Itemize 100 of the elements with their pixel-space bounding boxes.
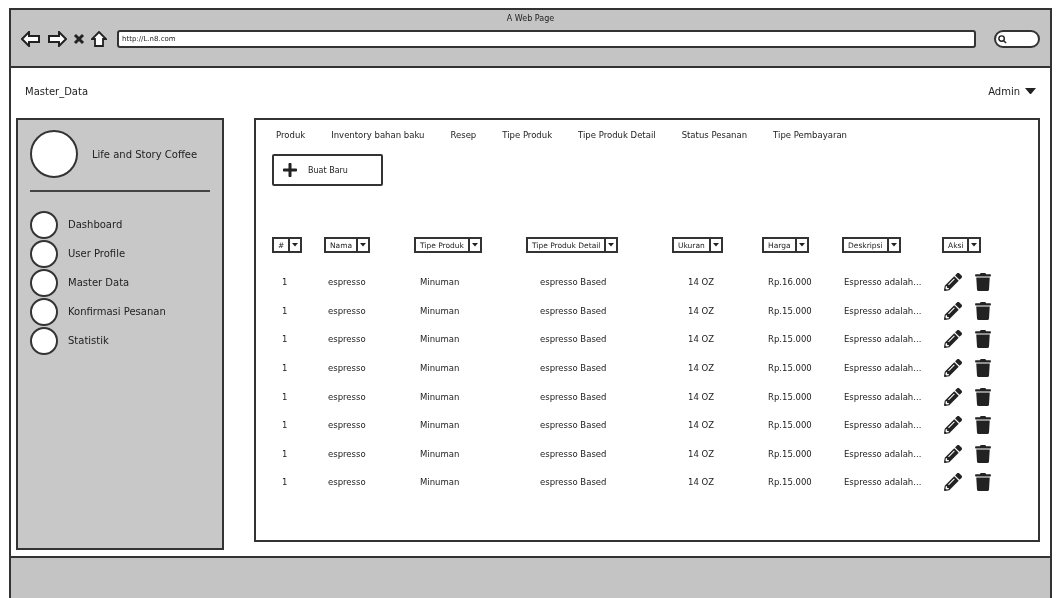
table-cell-text: espresso	[327, 419, 367, 433]
sidebar-item[interactable]: Statistik	[30, 326, 210, 355]
table-cell-text: espresso Based	[539, 476, 608, 490]
table-cell-text: espresso Based	[539, 333, 608, 347]
search-field[interactable]	[994, 30, 1040, 48]
forward-icon[interactable]	[47, 31, 67, 47]
caret-icon	[890, 243, 897, 247]
sidebar-item[interactable]: User Profile	[30, 239, 210, 268]
search-icon	[998, 34, 1007, 44]
trash-icon[interactable]	[974, 359, 992, 378]
tab[interactable]: Tipe Produk Detail	[578, 130, 656, 140]
table-cell-text: Espresso adalah...	[843, 447, 923, 461]
circle-icon	[30, 210, 58, 239]
table-cell-text: espresso	[327, 362, 367, 376]
trash-icon[interactable]	[974, 387, 992, 406]
table-cell-text: Rp.15.000	[767, 390, 813, 404]
caret-icon	[608, 243, 615, 247]
tab[interactable]: Inventory bahan baku	[331, 130, 425, 140]
table-cell-text: espresso Based	[539, 362, 608, 376]
table-cell-text: 1	[281, 333, 289, 347]
table-cell-text: espresso	[327, 333, 367, 347]
table-cell-text: espresso	[327, 304, 367, 318]
trash-icon[interactable]	[974, 301, 992, 320]
close-icon[interactable]	[73, 33, 85, 45]
caret-icon	[971, 243, 978, 247]
edit-icon[interactable]	[944, 330, 962, 349]
table-cell-text: 14 OZ	[687, 304, 716, 318]
trash-icon[interactable]	[974, 330, 992, 349]
table-cell-text: Espresso adalah...	[843, 276, 923, 290]
table-cell-text: Rp.16.000	[767, 276, 813, 290]
table-cell-text: 1	[281, 447, 289, 461]
edit-icon[interactable]	[944, 387, 962, 406]
page-title: Master_Data	[25, 85, 89, 97]
table-cell-text: Minuman	[419, 362, 461, 376]
table-cell-text: Espresso adalah...	[843, 333, 923, 347]
table-cell-text: espresso Based	[539, 447, 608, 461]
table-cell-text: Rp.15.000	[767, 304, 813, 318]
caret-icon	[798, 243, 805, 247]
table-cell-text: 14 OZ	[687, 447, 716, 461]
sidebar-item[interactable]: Konfirmasi Pesanan	[30, 297, 210, 326]
table-cell-text: espresso	[327, 476, 367, 490]
table-cell-text: Minuman	[419, 304, 461, 318]
table-cell-text: 14 OZ	[687, 333, 716, 347]
table-cell-text: Rp.15.000	[767, 333, 813, 347]
table-cell-text: 14 OZ	[687, 390, 716, 404]
create-button[interactable]: Buat Baru	[272, 154, 383, 186]
logo-circle	[30, 130, 78, 178]
sidebar-item[interactable]: Master Data	[30, 268, 210, 297]
caret-icon	[292, 243, 299, 247]
tab[interactable]: Resep	[450, 130, 477, 140]
circle-icon	[30, 268, 58, 297]
table-cell-text: espresso Based	[539, 304, 608, 318]
table-cell-text: 14 OZ	[687, 419, 716, 433]
table-cell-text: espresso Based	[539, 419, 608, 433]
brand-name: Life and Story Coffee	[92, 148, 198, 160]
table-cell-text: Espresso adalah...	[843, 304, 923, 318]
edit-icon[interactable]	[944, 359, 962, 378]
table-cell-text: Espresso adalah...	[843, 390, 923, 404]
back-icon[interactable]	[21, 31, 41, 47]
caret-icon	[471, 243, 478, 247]
table-cell-text: Minuman	[419, 419, 461, 433]
plus-icon	[282, 162, 298, 178]
tab[interactable]: Tipe Produk	[502, 130, 553, 140]
user-menu[interactable]: Admin	[988, 85, 1036, 97]
table-cell-text: Espresso adalah...	[843, 362, 923, 376]
tab[interactable]: Status Pesanan	[681, 130, 748, 140]
edit-icon[interactable]	[944, 444, 962, 463]
trash-icon[interactable]	[974, 444, 992, 463]
circle-icon	[30, 239, 58, 268]
table-cell-text: Minuman	[419, 476, 461, 490]
caret-icon	[360, 243, 367, 247]
sidebar-item[interactable]: Dashboard	[30, 210, 210, 239]
circle-icon	[30, 297, 58, 326]
table-cell-text: Minuman	[419, 333, 461, 347]
trash-icon[interactable]	[974, 473, 992, 492]
table-cell-text: Minuman	[419, 390, 461, 404]
tab[interactable]: Produk	[276, 130, 306, 140]
table-cell-text: 1	[281, 476, 289, 490]
table-cell-text: 1	[281, 419, 289, 433]
table-cell-text: 1	[281, 362, 289, 376]
table-cell-text: Espresso adalah...	[843, 419, 923, 433]
table-cell-text: 1	[281, 276, 289, 290]
table-cell-text: Espresso adalah...	[843, 476, 923, 490]
table-cell-text: 14 OZ	[687, 476, 716, 490]
trash-icon[interactable]	[974, 273, 992, 292]
circle-icon	[30, 326, 58, 355]
trash-icon[interactable]	[974, 416, 992, 435]
home-icon[interactable]	[91, 31, 107, 47]
table-cell-text: Minuman	[419, 276, 461, 290]
table-cell-text: espresso Based	[539, 276, 608, 290]
table-cell-text: Rp.15.000	[767, 362, 813, 376]
table-cell-text: 14 OZ	[687, 276, 716, 290]
tab[interactable]: Tipe Pembayaran	[773, 130, 847, 140]
table-cell-text: espresso	[327, 390, 367, 404]
table-cell-text: espresso Based	[539, 390, 608, 404]
edit-icon[interactable]	[944, 473, 962, 492]
edit-icon[interactable]	[944, 416, 962, 435]
edit-icon[interactable]	[944, 301, 962, 320]
edit-icon[interactable]	[944, 273, 962, 292]
caret-icon	[712, 243, 719, 247]
